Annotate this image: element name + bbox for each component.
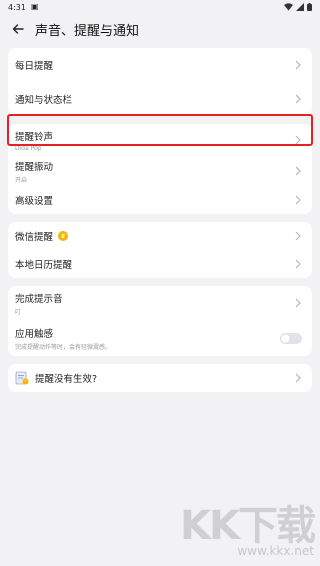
settings-group-reminder: 提醒铃声 Dida Pop 提醒振动 开启 高级设置 [8, 124, 312, 214]
chevron-right-icon [295, 135, 301, 145]
wechat-reminder-row[interactable]: 微信提醒 ♛ [8, 222, 312, 250]
chevron-right-icon [295, 166, 301, 176]
local-calendar-row[interactable]: 本地日历提醒 [8, 250, 312, 278]
completion-sound-row[interactable]: 完成提示音 叮 [8, 286, 312, 320]
chevron-right-icon [295, 259, 301, 269]
vibration-row[interactable]: 提醒振动 开启 [8, 156, 312, 186]
app-haptics-row: 应用触感 完成提醒动作等时，会有轻微震感。 [8, 320, 312, 356]
chevron-right-icon [295, 231, 301, 241]
settings-group-general: 每日提醒 通知与状态栏 [8, 48, 312, 116]
back-arrow-icon [12, 24, 24, 34]
chevron-right-icon [295, 94, 301, 104]
local-calendar-label: 本地日历提醒 [15, 260, 73, 271]
premium-crown-icon: ♛ [58, 231, 69, 241]
chevron-right-icon [295, 60, 301, 70]
header: 声音、提醒与通知 [0, 14, 320, 44]
watermark: KK下载 www.kkx.net [180, 503, 316, 558]
wechat-reminder-label: 微信提醒 [15, 232, 54, 243]
vibration-label: 提醒振动 [15, 161, 54, 173]
advanced-settings-label: 高级设置 [15, 196, 54, 207]
daily-reminder-row[interactable]: 每日提醒 [8, 48, 312, 82]
settings-group-integrations: 微信提醒 ♛ 本地日历提醒 [8, 222, 312, 278]
wifi-icon [284, 3, 293, 11]
daily-reminder-label: 每日提醒 [15, 61, 54, 72]
signal-icon [296, 3, 304, 11]
app-notification-icon: ▣ [30, 2, 39, 11]
page-title: 声音、提醒与通知 [35, 23, 140, 39]
reminder-not-working-row[interactable]: ! 提醒没有生效? [8, 364, 312, 392]
chevron-right-icon [295, 373, 301, 383]
app-haptics-toggle[interactable] [280, 332, 302, 344]
ringtone-label: 提醒铃声 [15, 131, 54, 143]
advanced-settings-row[interactable]: 高级设置 [8, 186, 312, 214]
reminder-not-working-label: 提醒没有生效? [35, 374, 98, 385]
status-time: 4:31 [8, 2, 26, 12]
battery-icon [307, 3, 312, 11]
svg-text:!: ! [25, 379, 27, 385]
chevron-right-icon [295, 195, 301, 205]
app-haptics-description: 完成提醒动作等时，会有轻微震感。 [15, 343, 112, 351]
chevron-right-icon [295, 298, 301, 308]
completion-sound-value: 叮 [15, 308, 22, 316]
notification-status-bar-row[interactable]: 通知与状态栏 [8, 82, 312, 116]
ringtone-value: Dida Pop [15, 144, 42, 152]
back-button[interactable] [10, 21, 26, 37]
status-bar: 4:31 ▣ [0, 0, 320, 14]
notification-status-bar-label: 通知与状态栏 [15, 95, 73, 106]
settings-group-help: ! 提醒没有生效? [8, 364, 312, 392]
ringtone-row[interactable]: 提醒铃声 Dida Pop [8, 124, 312, 156]
app-haptics-label: 应用触感 [15, 328, 54, 340]
settings-group-sound: 完成提示音 叮 应用触感 完成提醒动作等时，会有轻微震感。 [8, 286, 312, 356]
completion-sound-label: 完成提示音 [15, 293, 63, 305]
help-document-icon: ! [15, 371, 29, 385]
vibration-value: 开启 [15, 176, 28, 184]
watermark-logo: KK下载 [180, 503, 316, 549]
